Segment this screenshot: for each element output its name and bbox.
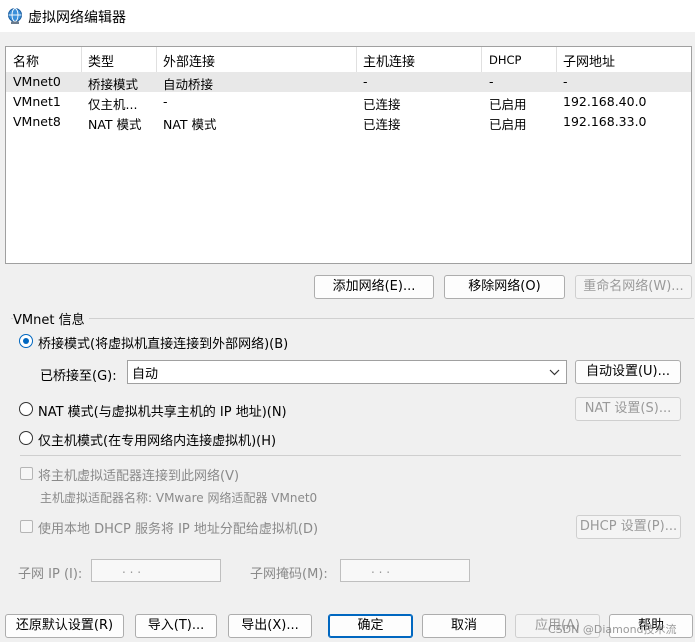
table-row[interactable]: VMnet1 仅主机... - 已连接 已启用 192.168.40.0 xyxy=(6,92,691,112)
host-only-radio[interactable] xyxy=(19,431,33,445)
column-header-dhcp[interactable]: DHCP xyxy=(489,53,521,67)
rename-network-button[interactable]: 重命名网络(W)... xyxy=(575,275,692,299)
title-bar: 虚拟网络编辑器 xyxy=(0,0,695,32)
network-list[interactable]: 名称 类型 外部连接 主机连接 DHCP 子网地址 VMnet0 桥接模式 自动… xyxy=(5,46,692,264)
adapter-name-text: 主机虚拟适配器名称: VMware 网络适配器 VMnet0 xyxy=(40,491,318,505)
nat-settings-button[interactable]: NAT 设置(S)... xyxy=(575,397,681,421)
restore-defaults-button[interactable]: 还原默认设置(R) xyxy=(5,614,124,638)
column-header-host[interactable]: 主机连接 xyxy=(363,51,415,70)
subnet-ip-label: 子网 IP (I): xyxy=(18,567,83,582)
group-divider xyxy=(11,318,694,319)
import-button[interactable]: 导入(T)... xyxy=(135,614,217,638)
subnet-mask-label: 子网掩码(M): xyxy=(250,567,328,582)
add-network-button[interactable]: 添加网络(E)... xyxy=(314,275,434,299)
vmnet-info-title: VMnet 信息 xyxy=(13,309,89,328)
column-header-name[interactable]: 名称 xyxy=(13,51,39,70)
dhcp-checkbox[interactable] xyxy=(20,520,33,533)
host-only-label[interactable]: 仅主机模式(在专用网络内连接虚拟机)(H) xyxy=(38,430,276,449)
bridge-mode-radio[interactable] xyxy=(19,334,33,348)
column-header-type[interactable]: 类型 xyxy=(88,51,114,70)
table-row[interactable]: VMnet0 桥接模式 自动桥接 - - - xyxy=(6,72,691,92)
watermark-text: CSDN @Diamond技术流 xyxy=(548,623,677,636)
bridged-to-value: 自动 xyxy=(132,367,159,382)
column-header-subnet[interactable]: 子网地址 xyxy=(563,51,615,70)
nat-mode-radio[interactable] xyxy=(19,402,33,416)
table-row[interactable]: VMnet8 NAT 模式 NAT 模式 已连接 已启用 192.168.33.… xyxy=(6,112,691,132)
nat-mode-label[interactable]: NAT 模式(与虚拟机共享主机的 IP 地址)(N) xyxy=(38,401,287,420)
ok-button[interactable]: 确定 xyxy=(328,614,413,638)
chevron-down-icon xyxy=(549,369,560,376)
dhcp-settings-button[interactable]: DHCP 设置(P)... xyxy=(576,515,681,539)
remove-network-button[interactable]: 移除网络(O) xyxy=(444,275,565,299)
bridged-to-select[interactable]: 自动 xyxy=(127,360,567,384)
dhcp-label[interactable]: 使用本地 DHCP 服务将 IP 地址分配给虚拟机(D) xyxy=(38,518,318,537)
connect-adapter-label[interactable]: 将主机虚拟适配器连接到此网络(V) xyxy=(38,465,239,484)
network-globe-icon xyxy=(8,8,22,24)
subnet-mask-input[interactable]: . . . xyxy=(340,559,470,582)
table-header: 名称 类型 外部连接 主机连接 DHCP 子网地址 xyxy=(6,47,691,73)
cancel-button[interactable]: 取消 xyxy=(422,614,506,638)
column-header-external[interactable]: 外部连接 xyxy=(163,51,215,70)
subnet-ip-input[interactable]: . . . xyxy=(91,559,221,582)
export-button[interactable]: 导出(X)... xyxy=(228,614,312,638)
window-title: 虚拟网络编辑器 xyxy=(28,10,126,26)
bridged-to-label: 已桥接至(G): xyxy=(40,369,117,384)
options-separator xyxy=(20,455,681,456)
auto-settings-button[interactable]: 自动设置(U)... xyxy=(575,360,681,384)
connect-adapter-checkbox[interactable] xyxy=(20,467,33,480)
bridge-mode-label[interactable]: 桥接模式(将虚拟机直接连接到外部网络)(B) xyxy=(38,333,288,352)
